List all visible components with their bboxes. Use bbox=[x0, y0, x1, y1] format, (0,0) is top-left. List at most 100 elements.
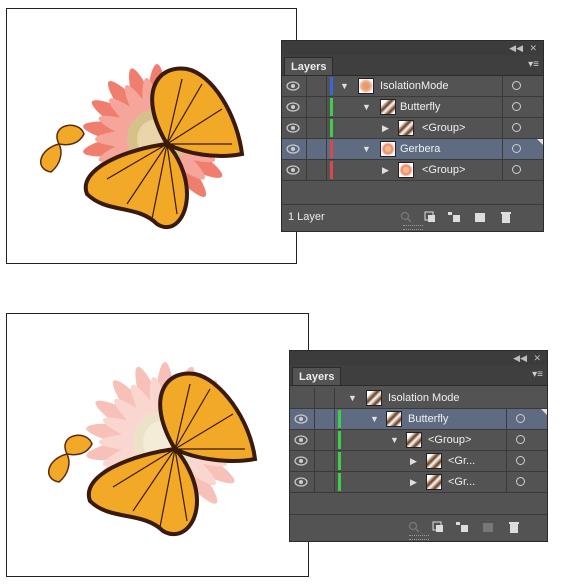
layer-row-gerbera[interactable]: ▼ Gerbera bbox=[282, 139, 543, 160]
layer-name: <Group> bbox=[422, 122, 466, 134]
layers-panel-bottom: ◀◀ ✕ Layers ▾≡ ▼ Isolation Mode ▼ Butter… bbox=[289, 350, 548, 542]
layer-row-butterfly[interactable]: ▼ Butterfly bbox=[282, 97, 543, 118]
eye-icon[interactable] bbox=[294, 455, 308, 467]
target-circle-icon[interactable] bbox=[516, 435, 525, 444]
new-sublayer-icon[interactable] bbox=[448, 211, 460, 223]
layer-color-bar bbox=[330, 140, 333, 158]
layer-name: IsolationMode bbox=[380, 80, 449, 92]
small-butterfly-top bbox=[40, 124, 85, 173]
new-layer-icon[interactable] bbox=[474, 211, 486, 223]
gerbera-butterfly-artwork-top bbox=[40, 64, 245, 230]
panel-footer: 1 Layer bbox=[282, 204, 543, 231]
target-circle-icon[interactable] bbox=[512, 165, 521, 174]
target-circle-icon[interactable] bbox=[512, 144, 521, 153]
chevron-right-icon[interactable]: ▶ bbox=[410, 455, 417, 467]
layer-thumbnail bbox=[380, 99, 396, 115]
chevron-right-icon[interactable]: ▶ bbox=[382, 164, 389, 176]
layer-color-bar bbox=[338, 452, 341, 470]
clipping-mask-icon[interactable] bbox=[424, 211, 436, 223]
double-chevron-icon[interactable]: ◀◀ bbox=[513, 352, 527, 364]
clipping-mask-icon[interactable] bbox=[432, 521, 444, 533]
layers-panel-top: ◀◀ ✕ Layers ▾≡ ▼ IsolationMode ▼ Butterf… bbox=[281, 40, 544, 232]
double-chevron-icon[interactable]: ◀◀ bbox=[509, 42, 523, 54]
layer-row-group-child[interactable]: ▶ <Gr... bbox=[290, 451, 547, 472]
layer-color-bar bbox=[330, 119, 333, 137]
new-layer-icon[interactable] bbox=[482, 521, 494, 533]
layer-color-bar bbox=[338, 410, 341, 428]
layer-color-bar bbox=[338, 431, 341, 449]
chevron-down-icon[interactable]: ▼ bbox=[348, 392, 357, 404]
chevron-down-icon[interactable]: ▼ bbox=[362, 101, 371, 113]
chevron-right-icon[interactable]: ▶ bbox=[410, 476, 417, 488]
eye-icon[interactable] bbox=[286, 164, 300, 176]
close-icon[interactable]: ✕ bbox=[533, 352, 541, 364]
layer-name: Butterfly bbox=[400, 101, 441, 113]
target-circle-icon[interactable] bbox=[512, 102, 521, 111]
layer-thumbnail bbox=[386, 411, 402, 427]
layer-thumbnail bbox=[406, 432, 422, 448]
panel-menu-icon[interactable]: ▾≡ bbox=[532, 368, 543, 382]
trash-icon[interactable] bbox=[508, 521, 520, 533]
layer-name: Butterfly bbox=[408, 413, 449, 425]
panel-tab-row: Layers ▾≡ bbox=[282, 55, 543, 76]
layer-row-group-child[interactable]: ▶ <Gr... bbox=[290, 472, 547, 493]
layer-row-isolation-mode[interactable]: ▼ Isolation Mode bbox=[290, 388, 547, 409]
layer-row-group[interactable]: ▶ <Group> bbox=[282, 160, 543, 181]
close-icon[interactable]: ✕ bbox=[529, 42, 537, 54]
eye-icon[interactable] bbox=[286, 80, 300, 92]
panel-title-bar[interactable]: ◀◀ ✕ bbox=[290, 351, 547, 365]
eye-icon[interactable] bbox=[294, 434, 308, 446]
target-circle-icon[interactable] bbox=[516, 414, 525, 423]
layer-row-butterfly[interactable]: ▼ Butterfly bbox=[290, 409, 547, 430]
target-circle-icon[interactable] bbox=[516, 456, 525, 465]
layer-row-group[interactable]: ▶ <Group> bbox=[282, 118, 543, 139]
tab-layers[interactable]: Layers bbox=[284, 57, 334, 75]
chevron-down-icon[interactable]: ▼ bbox=[340, 80, 349, 92]
locate-object-icon[interactable] bbox=[400, 211, 412, 223]
chevron-down-icon[interactable]: ▼ bbox=[370, 413, 379, 425]
panel-footer bbox=[290, 514, 547, 541]
layer-name: Gerbera bbox=[400, 143, 441, 155]
small-butterfly-bottom bbox=[48, 434, 93, 483]
panel-menu-icon[interactable]: ▾≡ bbox=[528, 58, 539, 72]
eye-icon[interactable] bbox=[286, 122, 300, 134]
layer-name: <Gr... bbox=[448, 455, 476, 467]
layer-thumbnail bbox=[380, 141, 396, 157]
resize-grip[interactable] bbox=[402, 225, 423, 230]
layer-color-bar bbox=[330, 77, 333, 95]
trash-icon[interactable] bbox=[500, 211, 512, 223]
tab-layers[interactable]: Layers bbox=[292, 367, 342, 385]
layer-count: 1 Layer bbox=[288, 211, 325, 223]
layer-thumbnail bbox=[426, 474, 442, 490]
layer-name: Isolation Mode bbox=[388, 392, 460, 404]
locate-object-icon[interactable] bbox=[408, 521, 420, 533]
layer-color-bar bbox=[338, 473, 341, 491]
target-circle-icon[interactable] bbox=[512, 81, 521, 90]
gerbera-butterfly-artwork-bottom bbox=[48, 362, 258, 537]
layer-color-bar bbox=[330, 161, 333, 179]
layer-name: <Group> bbox=[428, 434, 472, 446]
resize-grip[interactable] bbox=[408, 535, 429, 540]
panel-title-bar[interactable]: ◀◀ ✕ bbox=[282, 41, 543, 55]
artboard-top bbox=[6, 8, 297, 264]
layer-thumbnail bbox=[426, 453, 442, 469]
layer-name: <Group> bbox=[422, 164, 466, 176]
eye-icon[interactable] bbox=[294, 413, 308, 425]
layer-row-isolationmode[interactable]: ▼ IsolationMode bbox=[282, 76, 543, 97]
eye-icon[interactable] bbox=[294, 476, 308, 488]
new-sublayer-icon[interactable] bbox=[456, 521, 468, 533]
target-circle-icon[interactable] bbox=[512, 123, 521, 132]
layer-thumbnail bbox=[398, 162, 414, 178]
panel-tab-row: Layers ▾≡ bbox=[290, 365, 547, 386]
layer-thumbnail bbox=[358, 78, 374, 94]
chevron-down-icon[interactable]: ▼ bbox=[362, 143, 371, 155]
artboard-bottom bbox=[6, 313, 309, 577]
layer-name: <Gr... bbox=[448, 476, 476, 488]
layer-thumbnail bbox=[366, 390, 382, 406]
eye-icon[interactable] bbox=[286, 143, 300, 155]
target-circle-icon[interactable] bbox=[516, 477, 525, 486]
eye-icon[interactable] bbox=[286, 101, 300, 113]
chevron-right-icon[interactable]: ▶ bbox=[382, 122, 389, 134]
chevron-down-icon[interactable]: ▼ bbox=[390, 434, 399, 446]
layer-row-group[interactable]: ▼ <Group> bbox=[290, 430, 547, 451]
